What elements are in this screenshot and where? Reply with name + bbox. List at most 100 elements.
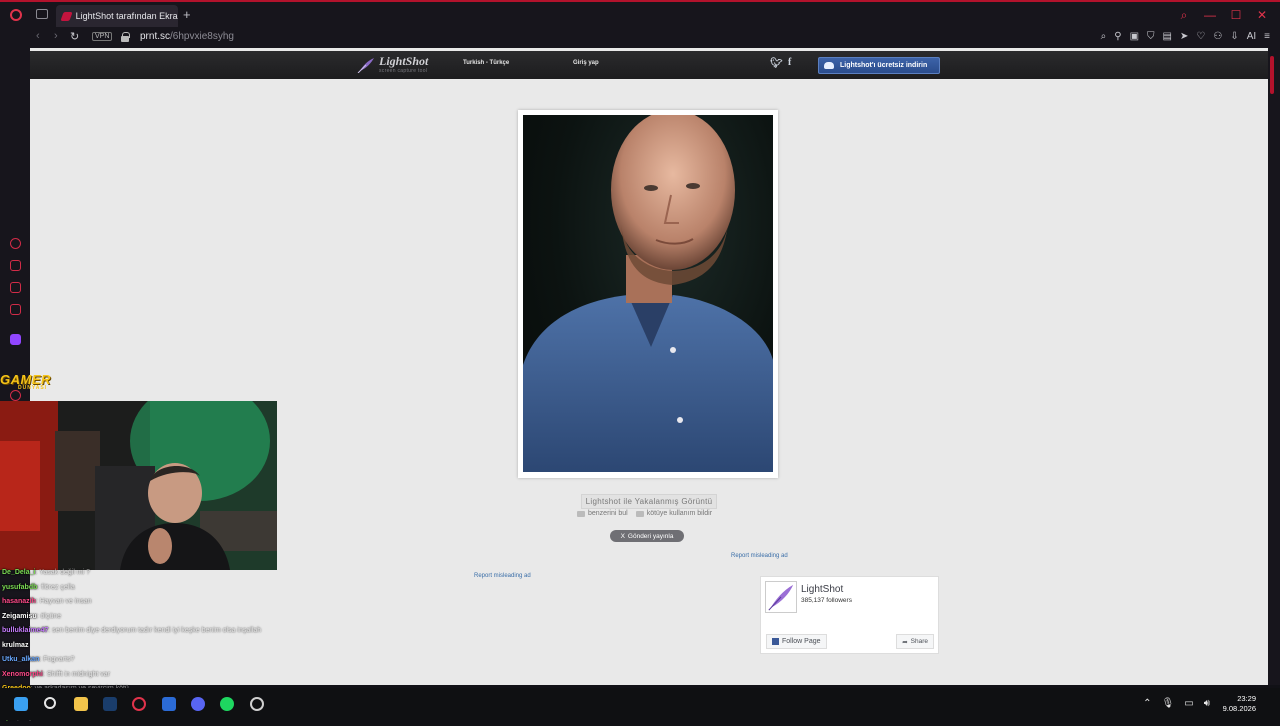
report-misleading-ad-link-2[interactable]: Report misleading ad: [474, 573, 531, 579]
menu-icon[interactable]: ≡: [1264, 31, 1270, 42]
steam-icon[interactable]: [103, 697, 117, 711]
chat-username[interactable]: yusufabdb: [2, 584, 37, 591]
opera-menu-icon[interactable]: [10, 9, 22, 21]
tab-islands-icon[interactable]: [36, 9, 48, 19]
tab-title: LightShot tarafından Ekran: [75, 11, 178, 21]
find-similar-label: benzerini bul: [588, 510, 628, 517]
zoom-icon[interactable]: ⌕: [1101, 31, 1107, 42]
vpn-badge[interactable]: VPN: [92, 32, 113, 41]
page-scrollbar[interactable]: [1268, 48, 1280, 685]
chat-text: : sen benim diye derdiyorum tadır kendi …: [48, 627, 262, 634]
report-abuse-link[interactable]: kötüye kullanım bildir: [635, 510, 713, 517]
snapshot-icon[interactable]: ▣: [1130, 31, 1139, 42]
chat-text: : Hayvan ve insan: [35, 598, 92, 605]
network-icon[interactable]: ▭: [1184, 698, 1193, 709]
new-tab-button[interactable]: +: [183, 8, 191, 21]
chat-text: : Shifft in midnight var: [42, 670, 111, 678]
download-lightshot-button[interactable]: Lightshot'ı ücretsiz indirin: [818, 57, 940, 74]
scrollbar-thumb[interactable]: [1270, 56, 1274, 94]
fb-page-name[interactable]: LightShot: [801, 584, 843, 595]
screenshot-image[interactable]: [523, 115, 773, 472]
chat-message: Xenomorphi: Shifft in midnight var: [2, 668, 302, 683]
fb-share-button[interactable]: ➦ Share: [896, 634, 934, 649]
chat-message: yusufabdb: flörez çella: [2, 581, 302, 596]
extensions-icon[interactable]: ▤: [1163, 31, 1172, 42]
portrait-photo: [523, 115, 773, 472]
find-similar-link[interactable]: benzerini bul: [577, 510, 628, 517]
clock-icon[interactable]: [10, 390, 21, 401]
microphone-icon[interactable]: 🎙︎: [1162, 698, 1175, 709]
opera-icon[interactable]: [132, 697, 146, 711]
chat-username[interactable]: krulmaz: [2, 642, 28, 649]
chat-username[interactable]: bulluklaime47: [2, 627, 48, 634]
file-explorer-icon[interactable]: [74, 697, 88, 711]
chat-message: krulmaz: [2, 639, 302, 654]
download-icon[interactable]: ⇩: [1230, 31, 1238, 42]
facebook-page-widget: LightShot 385,137 followers Follow Page …: [760, 576, 939, 654]
url-field[interactable]: prnt.sc/6hpvxie8syhg: [140, 31, 234, 42]
tab-lightshot[interactable]: LightShot tarafından Ekran: [56, 5, 178, 27]
chat-message: bulluklaime47: sen benim diye derdiyorum…: [2, 624, 302, 639]
chat-username[interactable]: Zeigamisu: [2, 613, 37, 620]
fb-followers-count: 385,137 followers: [801, 597, 852, 604]
instagram-icon[interactable]: [10, 304, 21, 315]
cloud-download-icon: [824, 62, 834, 69]
twitch-icon[interactable]: [10, 334, 21, 345]
maximize-icon[interactable]: ☐: [1230, 8, 1242, 23]
login-link[interactable]: Giriş yap: [573, 60, 599, 66]
pin-icon[interactable]: ⚲: [1114, 31, 1121, 42]
post-to-x-button[interactable]: X Gönderi yayınla: [610, 530, 684, 542]
volume-icon[interactable]: 🔊︎: [1204, 698, 1210, 709]
chat-message: Zeigamisu: ölçüne: [2, 610, 302, 625]
window-controls: ⌕ — ☐ ✕: [1178, 8, 1268, 23]
fb-follow-label: Follow Page: [782, 638, 821, 645]
facebook-icon: [772, 638, 779, 645]
facebook-icon[interactable]: f: [788, 57, 791, 68]
spotify-icon[interactable]: [220, 697, 234, 711]
forward-icon[interactable]: ›: [54, 30, 58, 42]
windows-start-icon[interactable]: [14, 697, 28, 711]
gamer-logo-sub: DÜNYASI: [18, 385, 48, 391]
language-selector[interactable]: Turkish - Türkçe: [463, 60, 509, 66]
chat-username[interactable]: Utku_alkan: [2, 656, 39, 663]
heart-icon[interactable]: ♡: [1196, 31, 1205, 42]
reload-icon[interactable]: ↻: [70, 30, 79, 43]
post-button-label: Gönderi yayınla: [627, 532, 674, 540]
messenger-icon[interactable]: [10, 282, 21, 293]
search-tabs-icon[interactable]: ⌕: [1178, 8, 1190, 23]
history-icon[interactable]: [10, 238, 21, 249]
windows-taskbar: ⌃ 🎙︎ ▭ 🔊︎ 23:29 9.08.2026: [0, 688, 1280, 720]
twitter-icon[interactable]: 🐦︎: [770, 58, 783, 69]
bag-icon[interactable]: [10, 260, 21, 271]
send-icon[interactable]: ➤: [1180, 31, 1188, 42]
browser-toolbar: ⌕ ⚲ ▣ ⛉ ▤ ➤ ♡ ⚇ ⇩ AI ≡: [1101, 31, 1270, 42]
webcam-feed: [0, 401, 277, 570]
fb-page-avatar[interactable]: [765, 581, 797, 613]
minimize-icon[interactable]: —: [1204, 8, 1216, 23]
url-path: /6hpvxie8syhg: [170, 31, 234, 42]
screenshot-frame: [518, 110, 778, 478]
discord-icon[interactable]: [191, 697, 205, 711]
adblock-icon[interactable]: ⛉: [1147, 31, 1155, 42]
report-misleading-ad-link[interactable]: Report misleading ad: [731, 553, 788, 559]
chat-username[interactable]: Xenomorphi: [2, 671, 43, 678]
x-icon: X: [620, 532, 625, 540]
lock-icon[interactable]: [121, 32, 130, 42]
lightshot-logo[interactable]: LightShot screen capture tool: [357, 54, 437, 76]
report-abuse-label: kötüye kullanım bildir: [646, 510, 713, 517]
browser-tab-bar: LightShot tarafından Ekran + ⌕ — ☐ ✕: [0, 0, 1280, 28]
system-clock[interactable]: 23:29 9.08.2026: [1223, 694, 1256, 714]
chat-username[interactable]: De_Dela_i: [2, 569, 35, 576]
obs-icon[interactable]: [250, 697, 264, 711]
app-icon[interactable]: [162, 697, 176, 711]
account-icon[interactable]: ⚇: [1213, 31, 1222, 42]
chat-text: : ölçüne: [36, 612, 62, 620]
chevron-up-icon[interactable]: ⌃: [1143, 698, 1151, 709]
search-icon[interactable]: [44, 697, 56, 709]
aria-ai-button[interactable]: AI: [1247, 31, 1256, 42]
fb-follow-button[interactable]: Follow Page: [766, 634, 827, 649]
download-button-label: Lightshot'ı ücretsiz indirin: [840, 62, 928, 69]
chat-username[interactable]: hasanazih: [2, 598, 36, 605]
back-icon[interactable]: ‹: [36, 30, 40, 42]
close-icon[interactable]: ✕: [1256, 8, 1268, 23]
